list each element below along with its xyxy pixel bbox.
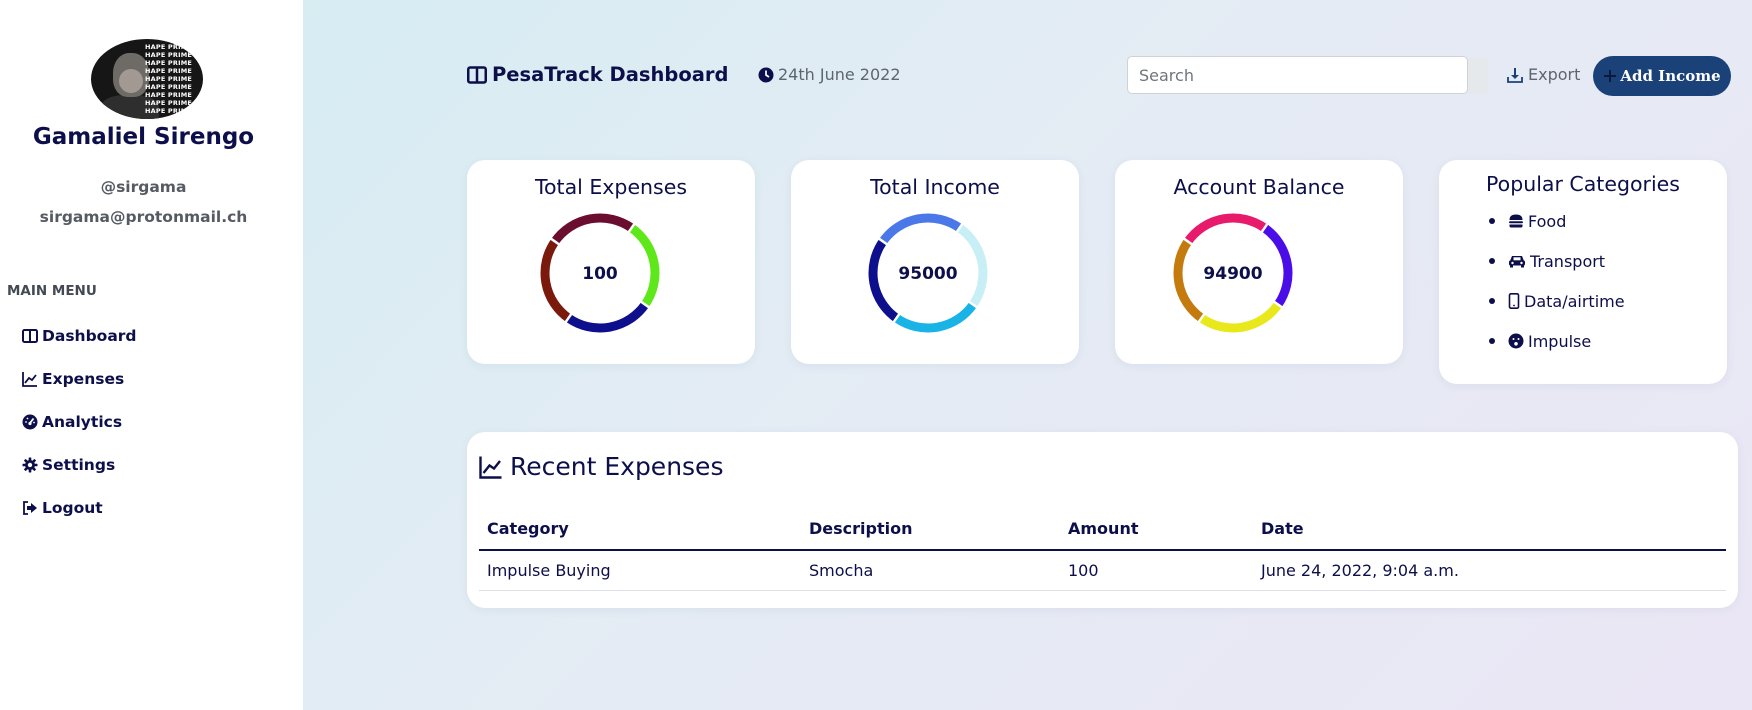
column-header-date[interactable]: Date [1253, 508, 1726, 551]
export-button[interactable]: Export [1507, 65, 1580, 84]
avatar[interactable]: HAPE PRIME HAPE PRIME HAPE PRIME HAPE PRIM… [91, 39, 203, 119]
card-title: Account Balance [1173, 175, 1345, 199]
category-list: Food Transport Data/airtime Impulse [1489, 201, 1625, 361]
total-income-donut: 95000 [868, 213, 988, 333]
add-income-button[interactable]: Add Income [1593, 56, 1731, 96]
recent-expenses-card: Recent Expenses Category Description Amo… [467, 432, 1738, 608]
category-label: Impulse [1528, 331, 1592, 351]
ring-segment [1198, 301, 1282, 333]
sidebar-item-label: Expenses [42, 370, 125, 388]
ring-segment [956, 224, 988, 308]
ring-segment [551, 213, 635, 245]
cell-date: June 24, 2022, 9:04 a.m. [1253, 550, 1726, 591]
line-chart-icon [479, 456, 502, 479]
category-label: Transport [1530, 251, 1606, 271]
card-title: Popular Categories [1486, 172, 1680, 196]
sidebar-item-label: Settings [42, 456, 116, 474]
layout-columns-icon [467, 65, 487, 84]
account-balance-value: 94900 [1203, 264, 1262, 284]
card-title: Total Expenses [534, 175, 688, 199]
total-income-value: 95000 [898, 264, 957, 284]
sidebar-item-label: Dashboard [42, 327, 137, 345]
sidebar-item-expenses[interactable]: Expenses [22, 367, 124, 391]
account-balance-donut: 94900 [1173, 213, 1293, 333]
account-balance-card: Account Balance 94900 [1115, 160, 1403, 364]
ring-segment [540, 238, 572, 322]
popular-categories-card: Popular Categories Food Transport Data/a… [1439, 160, 1727, 384]
category-label: Food [1528, 211, 1567, 231]
gauge-icon [22, 414, 38, 430]
ring-segment [868, 238, 900, 322]
burger-icon [1509, 214, 1523, 228]
sidebar-item-label: Analytics [42, 413, 123, 431]
clock-icon [758, 67, 774, 82]
recent-expenses-title-text: Recent Expenses [510, 452, 724, 481]
ring-segment [565, 301, 649, 333]
user-handle: @sirgama [100, 178, 187, 196]
sidebar-item-analytics[interactable]: Analytics [22, 410, 122, 434]
cell-amount: 100 [1060, 550, 1253, 591]
column-header-category[interactable]: Category [479, 508, 801, 551]
page-title-text: PesaTrack Dashboard [492, 63, 729, 86]
user-name: Gamaliel Sirengo [32, 124, 255, 150]
layout-columns-icon [22, 329, 38, 343]
list-item: Impulse [1489, 321, 1625, 361]
total-expenses-value: 100 [582, 264, 618, 284]
car-icon [1509, 256, 1525, 268]
current-date-text: 24th June 2022 [778, 65, 901, 84]
total-expenses-card: Total Expenses 100 [467, 160, 755, 364]
export-label: Export [1528, 65, 1581, 84]
total-income-card: Total Income 95000 [791, 160, 1079, 364]
avatar-graphic: HAPE PRIME HAPE PRIME HAPE PRIME HAPE PRIM… [145, 43, 193, 115]
user-email: sirgama@protonmail.ch [39, 208, 248, 226]
gear-icon [22, 457, 38, 473]
column-header-description[interactable]: Description [801, 508, 1060, 551]
sidebar-item-logout[interactable]: Logout [22, 496, 103, 520]
search-button[interactable] [1468, 58, 1488, 94]
line-chart-icon [22, 372, 37, 387]
page-title: PesaTrack Dashboard [467, 63, 728, 86]
current-date: 24th June 2022 [758, 65, 901, 84]
sidebar-item-settings[interactable]: Settings [22, 453, 115, 477]
list-item: Data/airtime [1489, 281, 1625, 321]
bullet [1489, 258, 1495, 264]
sidebar-item-label: Logout [42, 499, 103, 517]
table-row[interactable]: Impulse Buying Smocha 100 June 24, 2022,… [479, 550, 1726, 591]
avatar-figure-face [119, 69, 143, 93]
mobile-phone-icon [1508, 293, 1520, 309]
card-title: Total Income [870, 175, 1000, 199]
cell-category: Impulse Buying [479, 550, 801, 591]
ring-segment [1184, 213, 1268, 245]
table-header-row: Category Description Amount Date [479, 508, 1726, 551]
ring-segment [879, 213, 963, 245]
recent-expenses-table: Category Description Amount Date Impulse… [479, 508, 1726, 591]
ring-segment [1173, 238, 1205, 322]
category-label: Data/airtime [1524, 291, 1625, 311]
search-input[interactable] [1127, 56, 1468, 94]
bullet [1489, 218, 1495, 224]
bullet [1489, 338, 1495, 344]
list-item: Transport [1489, 241, 1625, 281]
ring-segment [893, 301, 977, 333]
cell-description: Smocha [801, 550, 1060, 591]
list-item: Food [1489, 201, 1625, 241]
ring-segment [1261, 224, 1293, 308]
recent-expenses-title: Recent Expenses [479, 452, 723, 481]
sidebar: HAPE PRIME HAPE PRIME HAPE PRIME HAPE PRIM… [0, 0, 303, 710]
column-header-amount[interactable]: Amount [1060, 508, 1253, 551]
main-menu-heading: MAIN MENU [7, 283, 97, 299]
sign-out-icon [23, 501, 37, 515]
sidebar-item-dashboard[interactable]: Dashboard [22, 324, 137, 348]
download-icon [1507, 67, 1523, 83]
plus-icon [1604, 70, 1617, 82]
total-expenses-donut: 100 [540, 213, 660, 333]
surprised-face-icon [1508, 333, 1524, 349]
add-income-label: Add Income [1620, 67, 1721, 85]
bullet [1489, 298, 1495, 304]
ring-segment [628, 224, 660, 308]
